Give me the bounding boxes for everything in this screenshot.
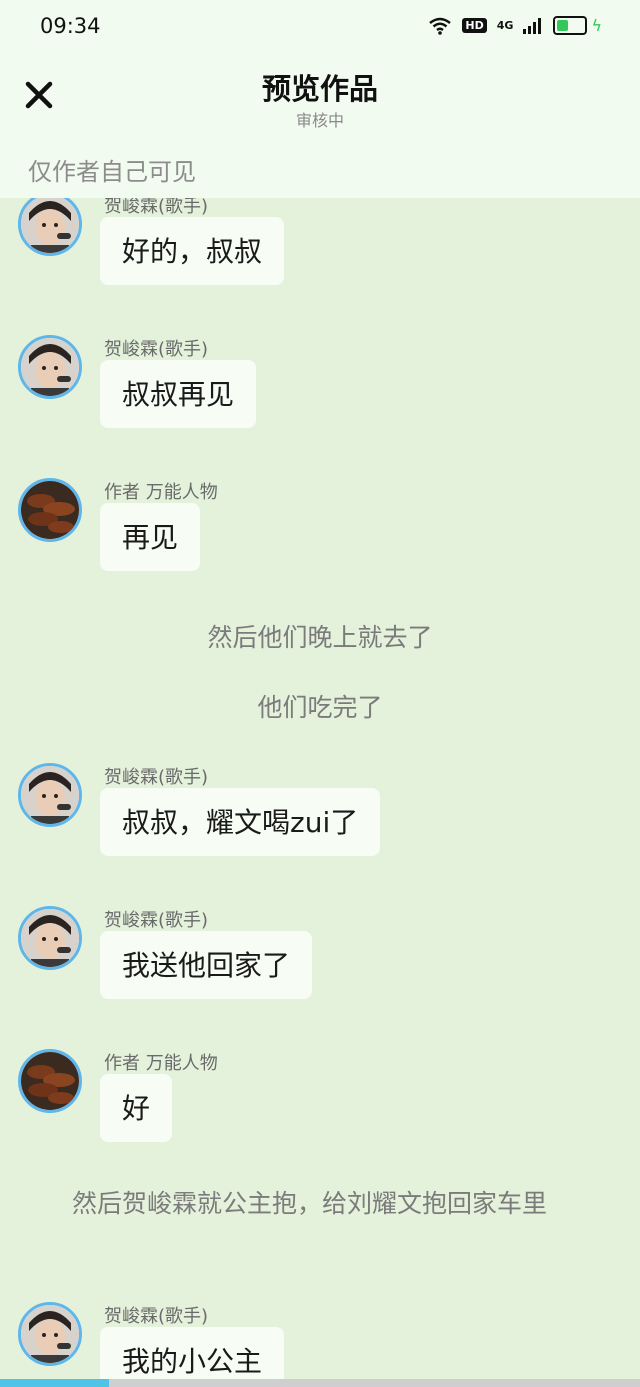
status-icons: HD 4G ϟ (428, 16, 602, 35)
message-bubble[interactable]: 再见 (100, 503, 201, 571)
sender-name: 作者 万能人物 (104, 482, 218, 503)
message-bubble[interactable]: 叔叔，耀文喝zui了 (100, 788, 381, 856)
visibility-note: 仅作者自己可见 (28, 158, 196, 186)
message-bubble[interactable]: 好的，叔叔 (100, 217, 285, 285)
narration-text: 然后贺峻霖就公主抱，给刘耀文抱回家车里 (72, 1189, 548, 1218)
singer-avatar[interactable] (18, 1302, 82, 1366)
sender-name: 贺峻霖(歌手) (104, 198, 209, 217)
food-avatar[interactable] (18, 478, 82, 542)
narration-text: 然后他们晚上就去了 (207, 623, 433, 652)
singer-avatar[interactable] (18, 335, 82, 399)
header: 预览作品 审核中 仅作者自己可见 (0, 56, 640, 198)
wifi-icon (429, 17, 452, 35)
message-bubble[interactable]: 好 (100, 1074, 173, 1142)
review-status: 审核中 (295, 111, 344, 130)
sender-name: 贺峻霖(歌手) (104, 1306, 209, 1327)
battery-icon (553, 16, 588, 35)
status-time: 09:34 (40, 14, 101, 38)
chat-list[interactable]: 贺峻霖(歌手) 好的，叔叔 贺峻霖(歌手) 叔叔再见 作者 万能人物 再见 然后… (0, 198, 640, 1379)
status-bar: 09:34 HD 4G ϟ (0, 0, 640, 56)
singer-avatar[interactable] (18, 906, 82, 970)
sender-name: 贺峻霖(歌手) (104, 910, 209, 931)
signal-icon (523, 17, 542, 34)
singer-avatar[interactable] (18, 198, 82, 256)
singer-avatar[interactable] (18, 763, 82, 827)
reading-progress-fill (0, 1379, 109, 1387)
sender-name: 贺峻霖(歌手) (104, 339, 209, 360)
sender-name: 贺峻霖(歌手) (104, 767, 209, 788)
food-avatar[interactable] (18, 1049, 82, 1113)
charging-icon: ϟ (591, 16, 602, 35)
message-bubble[interactable]: 我的小公主 (100, 1327, 285, 1379)
reading-progress-bar (0, 1379, 640, 1387)
sender-name: 作者 万能人物 (104, 1053, 218, 1074)
network-badge: 4G (496, 19, 514, 32)
narration-text: 他们吃完了 (257, 693, 383, 722)
battery-level (557, 20, 569, 31)
message-bubble[interactable]: 我送他回家了 (100, 931, 313, 999)
message-bubble[interactable]: 叔叔再见 (100, 360, 257, 428)
hd-badge: HD (462, 18, 487, 33)
page-title: 预览作品 (261, 72, 378, 106)
